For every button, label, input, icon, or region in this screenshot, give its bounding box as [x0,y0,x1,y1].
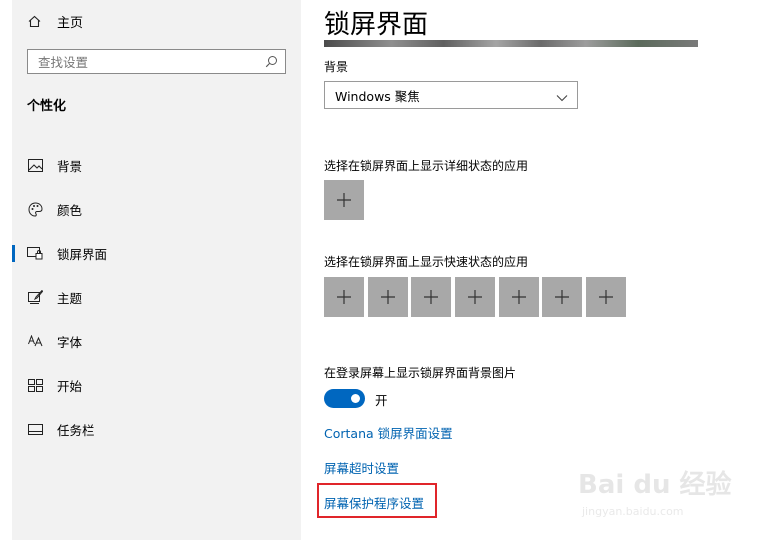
home-icon [28,15,42,28]
plus-icon [381,290,395,304]
image-icon [27,157,43,173]
sidebar-item-label: 背景 [57,158,83,174]
add-quick-status-app-button[interactable] [542,277,582,317]
sidebar-item-start[interactable]: 开始 [12,363,301,407]
home-nav-item[interactable]: 主页 [28,11,83,31]
lock-screen-icon [27,245,43,261]
plus-icon [555,290,569,304]
sidebar-item-taskbar[interactable]: 任务栏 [12,407,301,451]
screen-timeout-settings-link[interactable]: 屏幕超时设置 [324,458,399,477]
add-quick-status-app-button[interactable] [368,277,408,317]
plus-icon [424,290,438,304]
toggle-state-text: 开 [375,393,388,408]
sidebar-item-themes[interactable]: 主题 [12,275,301,319]
start-icon [27,377,43,393]
sidebar-item-label: 锁屏界面 [57,246,108,262]
sidebar-item-colors[interactable]: 颜色 [12,187,301,231]
home-label: 主页 [57,15,84,31]
sidebar-item-background[interactable]: 背景 [12,143,301,187]
show-bg-on-signin-label: 在登录屏幕上显示锁屏界面背景图片 [324,366,517,380]
plus-icon [337,193,351,207]
lock-screen-preview [324,40,698,47]
sidebar-item-label: 字体 [57,334,83,350]
plus-icon [512,290,526,304]
add-quick-status-app-button[interactable] [324,277,364,317]
add-quick-status-app-button[interactable] [411,277,451,317]
background-select[interactable]: Windows 聚焦 [324,81,578,109]
settings-sidebar: 主页 查找设置 个性化 背景 颜色 锁屏界面 主题 字体 开始 任务栏 [12,0,301,540]
detailed-status-label: 选择在锁屏界面上显示详细状态的应用 [324,159,529,173]
sidebar-item-fonts[interactable]: 字体 [12,319,301,363]
add-quick-status-app-button[interactable] [455,277,495,317]
chevron-down-icon [556,90,568,105]
plus-icon [468,290,482,304]
cortana-lock-screen-settings-link[interactable]: Cortana 锁屏界面设置 [324,423,453,442]
sidebar-item-label: 主题 [57,290,83,306]
background-select-value: Windows 聚焦 [335,88,420,104]
highlight-annotation-box [317,483,437,518]
toggle-knob [351,394,360,403]
show-bg-on-signin-toggle[interactable] [324,389,365,408]
sidebar-item-label: 任务栏 [57,422,95,438]
add-detailed-status-app-button[interactable] [324,180,364,220]
font-icon [27,333,43,349]
sidebar-nav: 背景 颜色 锁屏界面 主题 字体 开始 任务栏 [12,143,301,451]
page-title: 锁屏界面 [324,10,429,40]
sidebar-item-label: 开始 [57,378,83,394]
search-icon[interactable] [265,55,278,71]
baidu-watermark: Bai du 经验 jingyan.baidu.com [578,462,732,526]
search-placeholder: 查找设置 [38,55,89,70]
search-input[interactable]: 查找设置 [27,49,286,74]
section-title: 个性化 [27,99,67,114]
add-quick-status-app-button[interactable] [586,277,626,317]
plus-icon [337,290,351,304]
sidebar-item-lock-screen[interactable]: 锁屏界面 [12,231,301,275]
taskbar-icon [27,421,43,437]
theme-icon [27,289,43,305]
watermark-url: jingyan.baidu.com [582,505,684,518]
background-label: 背景 [324,60,349,74]
add-quick-status-app-button[interactable] [499,277,539,317]
palette-icon [27,201,43,217]
watermark-brand: Bai du 经验 [578,470,732,500]
plus-icon [599,290,613,304]
sidebar-item-label: 颜色 [57,202,83,218]
quick-status-label: 选择在锁屏界面上显示快速状态的应用 [324,255,529,269]
